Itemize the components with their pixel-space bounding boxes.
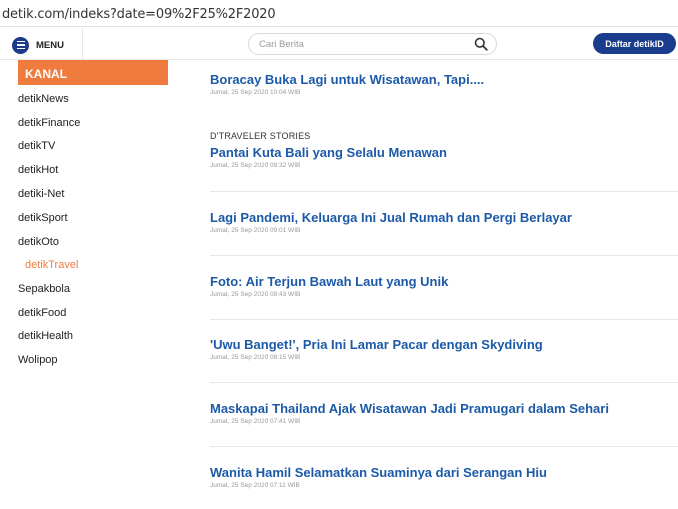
article-title[interactable]: 'Uwu Banget!', Pria Ini Lamar Pacar deng…	[210, 337, 678, 353]
article-title[interactable]: Boracay Buka Lagi untuk Wisatawan, Tapi.…	[210, 72, 678, 88]
article-date: Jumat, 25 Sep 2020 10:04 WIB	[210, 89, 301, 96]
address-bar[interactable]: detik.com/indeks?date=09%2F25%2F2020	[0, 0, 678, 27]
article-date: Jumat, 25 Sep 2020 08:43 WIB	[210, 291, 301, 298]
sidebar-item-detikfood[interactable]: detikFood	[18, 307, 66, 319]
list-divider	[210, 255, 678, 256]
sidebar-item-detiktravel[interactable]: detikTravel	[25, 259, 78, 271]
register-button[interactable]: Daftar detikID	[593, 33, 676, 54]
list-item: Lagi Pandemi, Keluarga Ini Jual Rumah da…	[210, 210, 678, 234]
article-kicker[interactable]: D'TRAVELER STORIES	[210, 131, 678, 141]
article-title[interactable]: Lagi Pandemi, Keluarga Ini Jual Rumah da…	[210, 210, 678, 226]
sidebar-item-wolipop[interactable]: Wolipop	[18, 354, 58, 366]
sidebar-item-detiksport[interactable]: detikSport	[18, 212, 68, 224]
list-divider	[210, 382, 678, 383]
list-divider	[210, 446, 678, 447]
article-date: Jumat, 25 Sep 2020 08:15 WIB	[210, 354, 301, 361]
address-url[interactable]: detik.com/indeks?date=09%2F25%2F2020	[2, 7, 276, 22]
list-divider	[210, 319, 678, 320]
search-input[interactable]	[259, 37, 459, 51]
article-date: Jumat, 25 Sep 2020 07:11 WIB	[210, 482, 300, 489]
article-title[interactable]: Foto: Air Terjun Bawah Laut yang Unik	[210, 274, 678, 290]
sidebar-item-detikoto[interactable]: detikOto	[18, 236, 59, 248]
article-date: Jumat, 25 Sep 2020 07:41 WIB	[210, 418, 301, 425]
list-item: Boracay Buka Lagi untuk Wisatawan, Tapi.…	[210, 72, 678, 96]
sidebar-item-detikinet[interactable]: detiki-Net	[18, 188, 64, 200]
search-icon[interactable]	[474, 37, 488, 51]
list-divider	[210, 191, 678, 192]
article-list: Boracay Buka Lagi untuk Wisatawan, Tapi.…	[195, 60, 678, 509]
list-item: Wanita Hamil Selamatkan Suaminya dari Se…	[210, 465, 678, 489]
sidebar-item-detiknews[interactable]: detikNews	[18, 93, 69, 105]
site-header: MENU Daftar detikID	[0, 28, 678, 60]
sidebar-item-detikhealth[interactable]: detikHealth	[18, 330, 73, 342]
channel-sidebar: KANAL detikNews detikFinance detikTV det…	[0, 60, 190, 509]
sidebar-item-detikfinance[interactable]: detikFinance	[18, 117, 80, 129]
list-item: 'Uwu Banget!', Pria Ini Lamar Pacar deng…	[210, 337, 678, 361]
article-title[interactable]: Wanita Hamil Selamatkan Suaminya dari Se…	[210, 465, 678, 481]
sidebar-item-detikhot[interactable]: detikHot	[18, 164, 58, 176]
article-title[interactable]: Pantai Kuta Bali yang Selalu Menawan	[210, 145, 678, 161]
sidebar-item-detiktv[interactable]: detikTV	[18, 140, 55, 152]
sidebar-heading: KANAL	[18, 60, 168, 85]
hamburger-icon	[12, 36, 29, 54]
menu-button[interactable]: MENU	[12, 36, 64, 54]
list-item: Foto: Air Terjun Bawah Laut yang Unik Ju…	[210, 274, 678, 298]
search-box[interactable]	[248, 33, 497, 55]
list-item: Maskapai Thailand Ajak Wisatawan Jadi Pr…	[210, 401, 678, 425]
header-divider	[82, 28, 83, 59]
list-item: D'TRAVELER STORIES Pantai Kuta Bali yang…	[210, 131, 678, 169]
article-date: Jumat, 25 Sep 2020 09:01 WIB	[210, 227, 301, 234]
sidebar-item-sepakbola[interactable]: Sepakbola	[18, 283, 70, 295]
menu-label: MENU	[36, 39, 64, 51]
article-date: Jumat, 25 Sep 2020 09:32 WIB	[210, 162, 301, 169]
article-title[interactable]: Maskapai Thailand Ajak Wisatawan Jadi Pr…	[210, 401, 678, 417]
